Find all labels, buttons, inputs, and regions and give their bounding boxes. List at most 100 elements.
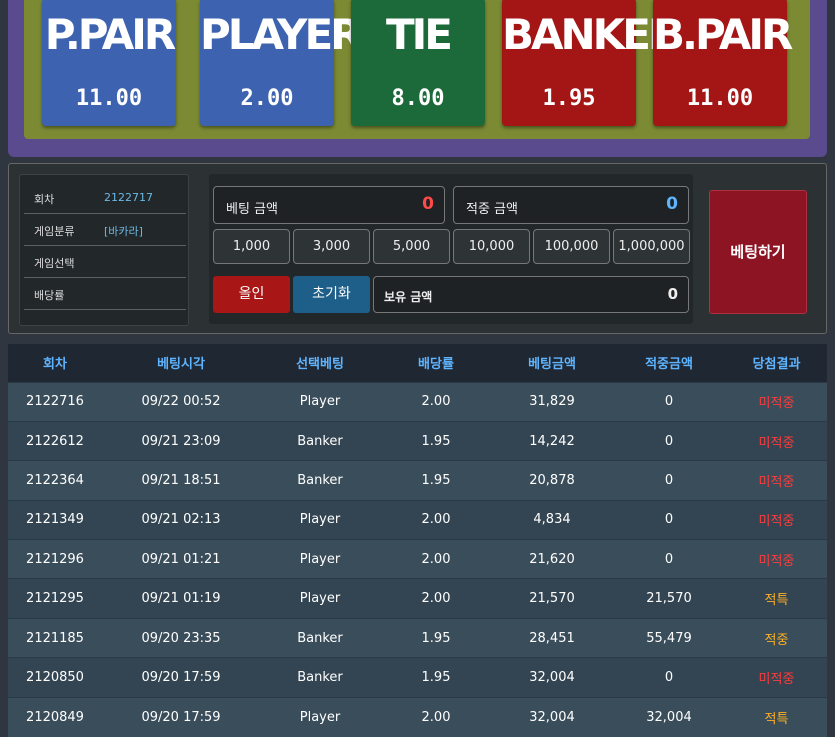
cell-result: 미적중 (726, 539, 827, 579)
cell-odds: 1.95 (380, 460, 492, 501)
info-row-odds: 배당률 (24, 277, 186, 310)
chip-10000-button[interactable]: 10,000 (453, 229, 530, 264)
cell-round: 2121296 (8, 539, 102, 579)
cell-round: 2120850 (8, 657, 102, 698)
info-label: 게임선택 (34, 257, 75, 270)
cell-time: 09/21 23:09 (102, 420, 260, 461)
cell-result: 미적중 (726, 420, 827, 461)
cell-time: 09/22 00:52 (102, 381, 260, 422)
game-info: 회차 2122717 게임분류 [바카라] 게임선택 배당률 (19, 174, 189, 326)
cell-win-amount: 32,004 (612, 696, 726, 737)
cell-win-amount: 0 (612, 539, 726, 579)
cell-odds: 1.95 (380, 617, 492, 658)
table-row: 2120850 09/20 17:59 Banker 1.95 32,004 0… (8, 657, 827, 698)
owned-amount-field: 보유 금액 0 (373, 276, 689, 313)
info-label: 배당률 (34, 289, 65, 302)
card-odds: 1.95 (542, 86, 596, 111)
cell-time: 09/21 01:19 (102, 578, 260, 619)
cell-time: 09/21 02:13 (102, 499, 260, 540)
cell-result: 미적중 (726, 499, 827, 540)
cell-time: 09/20 23:35 (102, 617, 260, 658)
card-banker[interactable]: BANKER 1.95 (502, 0, 680, 126)
card-name: PLAYER (200, 10, 362, 59)
chip-100000-button[interactable]: 100,000 (533, 229, 610, 264)
win-amount-value: 0 (666, 194, 678, 214)
bet-amount-field: 베팅 금액 0 (213, 186, 445, 224)
card-name: B.PAIR (653, 10, 793, 59)
cell-round: 2121295 (8, 578, 102, 619)
cell-bet-amount: 20,878 (492, 460, 612, 501)
cell-round: 2121349 (8, 499, 102, 540)
reset-button[interactable]: 초기화 (293, 276, 370, 313)
table-row: 2120849 09/20 17:59 Player 2.00 32,004 3… (8, 696, 827, 737)
cell-selection: Player (260, 696, 380, 737)
card-name: TIE (386, 10, 453, 59)
bet-amount-value: 0 (422, 194, 434, 214)
card-odds: 2.00 (240, 86, 294, 111)
info-value: 2122717 (104, 191, 153, 204)
cell-odds: 1.95 (380, 420, 492, 461)
cell-win-amount: 0 (612, 381, 726, 422)
cell-result: 미적중 (726, 460, 827, 501)
cell-bet-amount: 21,570 (492, 578, 612, 619)
chip-3000-button[interactable]: 3,000 (293, 229, 370, 264)
cell-round: 2121185 (8, 617, 102, 658)
submit-bet-button[interactable]: 베팅하기 (709, 190, 807, 314)
col-selection: 선택베팅 (296, 357, 344, 373)
table-row: 2121349 09/21 02:13 Player 2.00 4,834 0 … (8, 499, 827, 540)
cell-selection: Banker (260, 657, 380, 698)
bet-amount-label: 베팅 금액 (226, 202, 278, 217)
chip-5000-button[interactable]: 5,000 (373, 229, 450, 264)
cell-selection: Player (260, 539, 380, 579)
cell-odds: 2.00 (380, 381, 492, 422)
cell-selection: Player (260, 578, 380, 619)
cell-bet-amount: 21,620 (492, 539, 612, 579)
bet-history-table: 회차 베팅시각 선택베팅 배당률 베팅금액 적중금액 당첨결과 2122716 … (8, 344, 827, 737)
cell-round: 2122612 (8, 420, 102, 461)
win-amount-field: 적중 금액 0 (453, 186, 689, 224)
chip-1000-button[interactable]: 1,000 (213, 229, 290, 264)
cell-win-amount: 0 (612, 657, 726, 698)
col-win-amount: 적중금액 (645, 357, 693, 373)
table-row: 2122612 09/21 23:09 Banker 1.95 14,242 0… (8, 420, 827, 461)
chip-1000000-button[interactable]: 1,000,000 (613, 229, 690, 264)
cell-result: 적특 (726, 696, 827, 737)
cell-win-amount: 0 (612, 499, 726, 540)
card-tie[interactable]: TIE 8.00 (351, 0, 485, 126)
owned-amount-value: 0 (667, 285, 678, 303)
cell-odds: 2.00 (380, 499, 492, 540)
cell-time: 09/20 17:59 (102, 696, 260, 737)
card-odds: 8.00 (391, 86, 445, 111)
cell-selection: Player (260, 381, 380, 422)
cell-result: 미적중 (726, 381, 827, 422)
cell-bet-amount: 31,829 (492, 381, 612, 422)
card-name: P.PAIR (44, 10, 176, 59)
card-player-pair[interactable]: P.PAIR 11.00 (42, 0, 176, 126)
card-odds: 11.00 (75, 86, 143, 111)
cell-round: 2122716 (8, 381, 102, 422)
card-player[interactable]: PLAYER 2.00 (200, 0, 362, 126)
table-row: 2122364 09/21 18:51 Banker 1.95 20,878 0… (8, 460, 827, 501)
cell-bet-amount: 32,004 (492, 657, 612, 698)
cell-result: 적중 (726, 617, 827, 658)
info-value: [바카라] (104, 225, 143, 238)
card-name: BANKER (502, 10, 680, 59)
cell-win-amount: 0 (612, 420, 726, 461)
col-round: 회차 (43, 357, 67, 373)
cell-time: 09/20 17:59 (102, 657, 260, 698)
col-bet-amount: 베팅금액 (528, 357, 576, 373)
allin-button[interactable]: 올인 (213, 276, 290, 313)
info-label: 게임분류 (34, 225, 75, 238)
cell-odds: 2.00 (380, 539, 492, 579)
cell-round: 2120849 (8, 696, 102, 737)
cell-selection: Banker (260, 617, 380, 658)
table-row: 2121296 09/21 01:21 Player 2.00 21,620 0… (8, 539, 827, 579)
cell-result: 적특 (726, 578, 827, 619)
card-banker-pair[interactable]: B.PAIR 11.00 (653, 0, 793, 126)
cell-time: 09/21 18:51 (102, 460, 260, 501)
table-header-row: 회차 베팅시각 선택베팅 배당률 베팅금액 적중금액 당첨결과 (8, 344, 827, 382)
bet-controls: 베팅 금액 0 적중 금액 0 1,000 3,000 5,000 10,000… (209, 174, 693, 324)
table-row: 2122716 09/22 00:52 Player 2.00 31,829 0… (8, 381, 827, 422)
bet-board: P.PAIR 11.00 PLAYER 2.00 TIE 8.00 BANKER… (24, 0, 810, 139)
win-amount-label: 적중 금액 (466, 202, 518, 217)
